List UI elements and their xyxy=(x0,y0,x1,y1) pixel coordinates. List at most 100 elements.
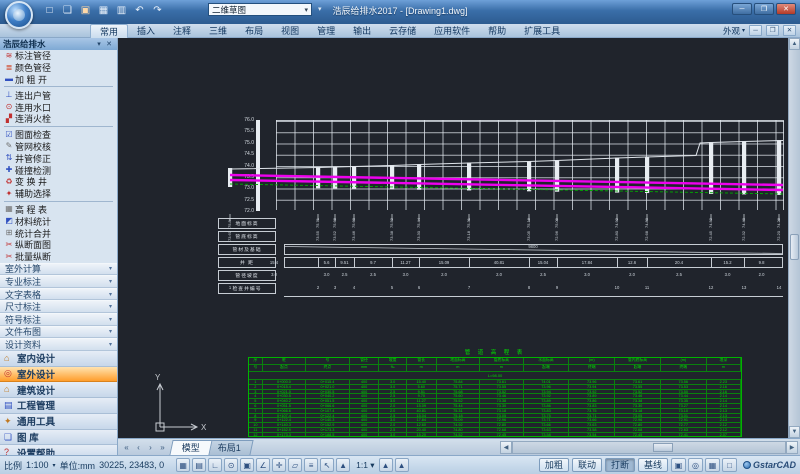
minimize-button[interactable]: ─ xyxy=(732,3,752,15)
室外设计-icon: ◎ xyxy=(4,369,17,378)
ribbon-tab-管理[interactable]: 管理 xyxy=(308,24,344,38)
close-button[interactable]: ✕ xyxy=(776,3,796,15)
mode-工程管理[interactable]: ▤工程管理 xyxy=(0,398,117,414)
tab-nav-icon-0[interactable]: « xyxy=(121,441,132,454)
isolate-objects-icon[interactable]: ◎ xyxy=(688,458,703,472)
clean-screen-icon[interactable]: □ xyxy=(722,458,737,472)
palette-close-icon[interactable]: ✕ xyxy=(104,40,114,48)
chevron-down-icon: ▾ xyxy=(742,27,745,34)
group-尺寸标注[interactable]: 尺寸标注▾ xyxy=(0,300,117,313)
tool-颜色管径[interactable]: ≣颜色管径 xyxy=(0,62,117,74)
scroll-left-icon[interactable]: ◀ xyxy=(500,441,512,454)
tool-碰撞检测[interactable]: ✚碰撞检测 xyxy=(0,164,117,176)
app-menu-button[interactable] xyxy=(5,1,33,29)
button-打断[interactable]: 打断 xyxy=(605,458,635,472)
ribbon-tab-注释[interactable]: 注释 xyxy=(164,24,200,38)
tool-变换井[interactable]: ♻变 换 井 xyxy=(0,176,117,188)
tab-nav-icon-2[interactable]: › xyxy=(145,441,156,454)
tool-高程表[interactable]: ▦高 程 表 xyxy=(0,204,117,216)
chevron-down-icon: ▾ xyxy=(109,291,112,298)
mode-图库[interactable]: ❏图 库 xyxy=(0,430,117,446)
ribbon-tab-三维[interactable]: 三维 xyxy=(200,24,236,38)
mode-设置帮助[interactable]: ?设置帮助 xyxy=(0,445,117,455)
doc-close-button[interactable]: ✕ xyxy=(783,25,796,36)
mode-通用工具[interactable]: ✦通用工具 xyxy=(0,414,117,430)
snap-icon[interactable]: ▤ xyxy=(192,458,206,472)
toolbar-lock-icon[interactable]: ▣ xyxy=(671,458,686,472)
ribbon-tab-帮助[interactable]: 帮助 xyxy=(479,24,515,38)
tool-标注管径[interactable]: ≋标注管径 xyxy=(0,50,117,62)
restore-button[interactable]: ❐ xyxy=(754,3,774,15)
doc-restore-button[interactable]: ❐ xyxy=(766,25,779,36)
ribbon-tab-视图[interactable]: 视图 xyxy=(272,24,308,38)
chevron-down-icon: ▾ xyxy=(109,341,112,348)
vertical-scrollbar[interactable]: ▲ ▼ xyxy=(788,38,800,438)
annotation-autoscale-icon[interactable]: ▲ xyxy=(395,458,409,472)
annotation-visibility-icon[interactable]: ▲ xyxy=(379,458,393,472)
vertical-scroll-track[interactable] xyxy=(789,50,800,426)
horizontal-scroll-track[interactable] xyxy=(512,441,786,454)
tool-连消火栓[interactable]: ▞连消火栓 xyxy=(0,113,117,125)
group-室外计算[interactable]: 室外计算▾ xyxy=(0,263,117,276)
tool-加粗开[interactable]: ▬加 粗 开 xyxy=(0,74,117,86)
chevron-down-icon[interactable]: ▾ xyxy=(53,462,56,469)
horizontal-scroll-thumb[interactable] xyxy=(653,443,673,452)
group-文字表格[interactable]: 文字表格▾ xyxy=(0,288,117,301)
tool-批量纵断[interactable]: ✂批量纵断 xyxy=(0,251,117,263)
lineweight-icon[interactable]: ≡ xyxy=(304,458,318,472)
tool-管网校核[interactable]: ✎管网校核 xyxy=(0,141,117,153)
layout-tab-模型[interactable]: 模型 xyxy=(169,440,212,455)
button-联动[interactable]: 联动 xyxy=(572,458,602,472)
group-符号标注[interactable]: 符号标注▾ xyxy=(0,313,117,326)
annotation-icon[interactable]: ▲ xyxy=(336,458,350,472)
doc-minimize-button[interactable]: ─ xyxy=(749,25,762,36)
ribbon-tab-扩展工具[interactable]: 扩展工具 xyxy=(515,24,569,38)
ribbon-tab-插入[interactable]: 插入 xyxy=(128,24,164,38)
scroll-right-icon[interactable]: ▶ xyxy=(786,441,798,454)
ribbon-tab-常用[interactable]: 常用 xyxy=(90,24,128,38)
tool-纵断面图[interactable]: ✂纵断面图 xyxy=(0,239,117,251)
tool-井管修正[interactable]: ⇅井管修正 xyxy=(0,152,117,164)
scale-value[interactable]: 1:100 xyxy=(26,460,49,470)
palette-pin-icon[interactable]: ▾ xyxy=(94,40,104,48)
annotation-scale-value[interactable]: 1:1 ▾ xyxy=(356,460,374,471)
tool-材料统计[interactable]: ◩材料统计 xyxy=(0,215,117,227)
ribbon-tab-云存储[interactable]: 云存储 xyxy=(380,24,425,38)
group-专业标注[interactable]: 专业标注▾ xyxy=(0,275,117,288)
hardware-accel-icon[interactable]: ▦ xyxy=(705,458,720,472)
polar-tracking-icon[interactable]: ⊙ xyxy=(224,458,238,472)
mode-室内设计[interactable]: ⌂室内设计 xyxy=(0,351,117,367)
selection-cycling-icon[interactable]: ↖ xyxy=(320,458,334,472)
tool-连出户管[interactable]: ⊥连出户管 xyxy=(0,89,117,101)
ortho-icon[interactable]: ∟ xyxy=(208,458,222,472)
grid-icon[interactable]: ▦ xyxy=(176,458,190,472)
ribbon-tab-应用软件[interactable]: 应用软件 xyxy=(425,24,479,38)
drawing-canvas[interactable]: 76.075.575.074.574.073.573.072.572.0 YX … xyxy=(118,38,788,438)
material-note: 9800 xyxy=(518,245,548,249)
layout-tab-布局1[interactable]: 布局1 xyxy=(205,440,253,455)
appearance-dropdown[interactable]: 外观 ▾ xyxy=(723,25,745,37)
tool-连用水口[interactable]: ⊙连用水口 xyxy=(0,101,117,113)
tab-nav-icon-3[interactable]: » xyxy=(157,441,168,454)
ribbon-tab-输出[interactable]: 输出 xyxy=(344,24,380,38)
tool-统计合并[interactable]: ⊞统计合并 xyxy=(0,227,117,239)
vertical-scroll-thumb[interactable] xyxy=(790,234,799,260)
scroll-up-icon[interactable]: ▲ xyxy=(789,38,800,50)
horizontal-scrollbar[interactable]: ◀ ▶ xyxy=(500,441,798,454)
dynamic-input-icon[interactable]: ▱ xyxy=(288,458,302,472)
tab-nav-icon-1[interactable]: ‹ xyxy=(133,441,144,454)
button-加粗[interactable]: 加粗 xyxy=(539,458,569,472)
scroll-down-icon[interactable]: ▼ xyxy=(789,426,800,438)
group-文件布图[interactable]: 文件布图▾ xyxy=(0,326,117,339)
tool-辅助选择[interactable]: ✦辅助选择 xyxy=(0,188,117,200)
tool-图面检查[interactable]: ☑图面检查 xyxy=(0,129,117,141)
well-number: 13 xyxy=(736,286,752,290)
mode-建筑设计[interactable]: ⌂建筑设计 xyxy=(0,382,117,398)
dynamic-ucs-icon[interactable]: ✛ xyxy=(272,458,286,472)
object-tracking-icon[interactable]: ∠ xyxy=(256,458,270,472)
object-snap-icon[interactable]: ▣ xyxy=(240,458,254,472)
button-基线[interactable]: 基线 xyxy=(638,458,668,472)
group-设计资料[interactable]: 设计资料▾ xyxy=(0,338,117,351)
ribbon-tab-布局[interactable]: 布局 xyxy=(236,24,272,38)
mode-室外设计[interactable]: ◎室外设计 xyxy=(0,367,117,383)
